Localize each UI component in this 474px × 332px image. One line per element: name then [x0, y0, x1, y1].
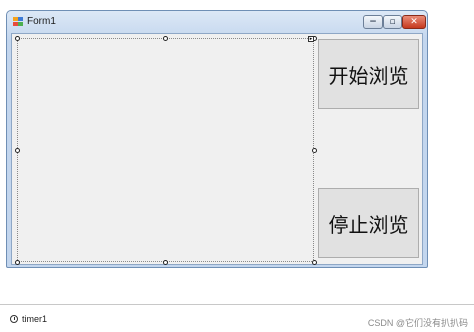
resize-handle-top-left[interactable] [15, 36, 20, 41]
window-title: Form1 [27, 16, 56, 27]
resize-handle-top-middle[interactable] [163, 36, 168, 41]
form-client-area[interactable]: ▸ 开始浏览 停止浏览 [11, 33, 423, 265]
component-tray-item-timer1[interactable]: timer1 [10, 314, 47, 324]
close-button[interactable]: ✕ [402, 15, 426, 29]
resize-handle-bottom-middle[interactable] [163, 260, 168, 265]
maximize-button[interactable]: ▫ [383, 15, 402, 29]
maximize-icon: ▫ [389, 16, 396, 27]
close-icon: ✕ [410, 16, 418, 27]
resize-handle-bottom-right[interactable] [312, 260, 317, 265]
component-label: timer1 [22, 314, 48, 324]
resize-handle-bottom-left[interactable] [15, 260, 20, 265]
smart-tag-arrow-icon[interactable]: ▸ [308, 36, 314, 42]
form-designer-window[interactable]: Form1 − ▫ ✕ ▸ 开始浏览 停止浏览 [6, 10, 428, 268]
watermark-text: CSDN @它们没有扒扒码 [367, 318, 468, 328]
resize-handle-middle-right[interactable] [312, 148, 317, 153]
stop-browse-button[interactable]: 停止浏览 [318, 188, 419, 258]
minimize-icon: − [369, 16, 377, 27]
timer-icon [10, 315, 18, 323]
minimize-button[interactable]: − [363, 15, 383, 29]
title-bar[interactable]: Form1 − ▫ ✕ [7, 11, 427, 33]
web-browser-control[interactable] [17, 38, 314, 262]
form-app-icon [13, 17, 23, 26]
component-tray-separator [0, 304, 474, 305]
start-browse-button[interactable]: 开始浏览 [318, 39, 419, 109]
resize-handle-middle-left[interactable] [15, 148, 20, 153]
